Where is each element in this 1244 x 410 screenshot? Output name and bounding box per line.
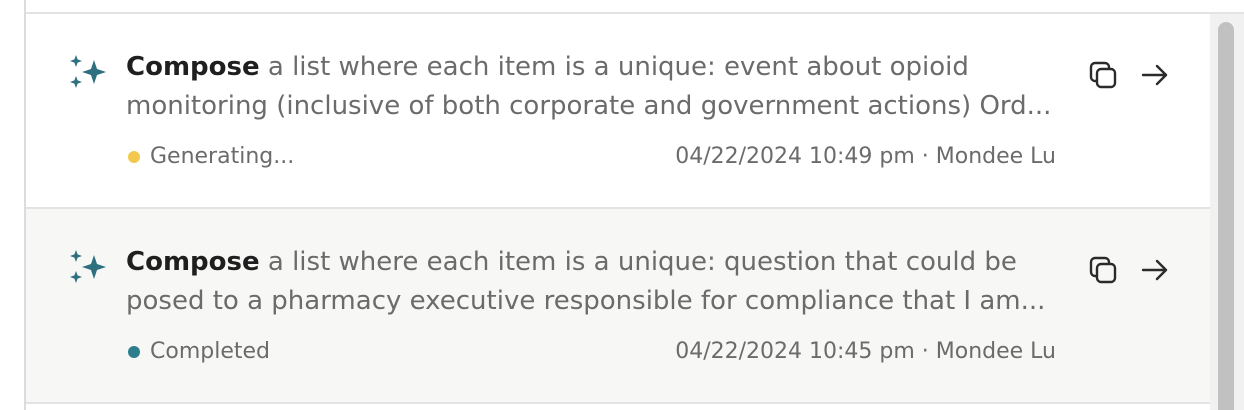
- prompt-line-1-rest: a list where each item is a unique: ques…: [259, 247, 1017, 277]
- status-label: Generating...: [150, 144, 295, 169]
- timestamp-author: 04/22/2024 10:45 pm · Mondee Lu: [675, 339, 1056, 364]
- item-actions: [1086, 58, 1172, 92]
- prompt-text: Compose a list where each item is a uniq…: [126, 243, 1056, 321]
- open-button[interactable]: [1138, 58, 1172, 92]
- timestamp-author: 04/22/2024 10:49 pm · Mondee Lu: [675, 144, 1056, 169]
- status-indicator: Completed: [128, 339, 270, 364]
- prompt-line-1: Compose a list where each item is a uniq…: [126, 243, 1056, 282]
- scrollbar[interactable]: [1210, 14, 1244, 410]
- status-dot: [128, 345, 140, 358]
- prompt-history-list: Compose a list where each item is a uniq…: [26, 14, 1210, 404]
- copy-button[interactable]: [1086, 58, 1120, 92]
- sparkles-icon: [70, 250, 106, 283]
- copy-icon: [1089, 256, 1117, 284]
- prompt-line-2: posed to a pharmacy executive responsibl…: [126, 286, 1046, 316]
- prompt-line-1-rest: a list where each item is a unique: even…: [259, 52, 969, 82]
- prompt-line-2: monitoring (inclusive of both corporate …: [126, 91, 1052, 121]
- scrollbar-thumb[interactable]: [1218, 22, 1234, 410]
- prompt-verb: Compose: [126, 52, 260, 82]
- prompt-text: Compose a list where each item is a uniq…: [126, 48, 1056, 126]
- prompt-line-1: Compose a list where each item is a uniq…: [126, 48, 1056, 87]
- list-item[interactable]: Compose a list where each item is a uniq…: [26, 209, 1210, 404]
- status-dot: [128, 150, 140, 163]
- list-item[interactable]: Compose a list where each item is a uniq…: [26, 14, 1210, 209]
- copy-button[interactable]: [1086, 253, 1120, 287]
- status-indicator: Generating...: [128, 144, 294, 169]
- copy-icon: [1089, 61, 1117, 89]
- prompt-history-panel: Compose a list where each item is a uniq…: [24, 0, 1244, 410]
- history-panel-frame: Compose a list where each item is a uniq…: [0, 0, 1244, 410]
- panel-top-divider: [26, 0, 1244, 14]
- open-button[interactable]: [1138, 253, 1172, 287]
- arrow-right-icon: [1141, 259, 1168, 281]
- item-actions: [1086, 253, 1172, 287]
- sparkles-icon: [70, 55, 106, 88]
- prompt-verb: Compose: [126, 247, 260, 277]
- arrow-right-icon: [1141, 64, 1168, 86]
- status-label: Completed: [150, 339, 270, 364]
